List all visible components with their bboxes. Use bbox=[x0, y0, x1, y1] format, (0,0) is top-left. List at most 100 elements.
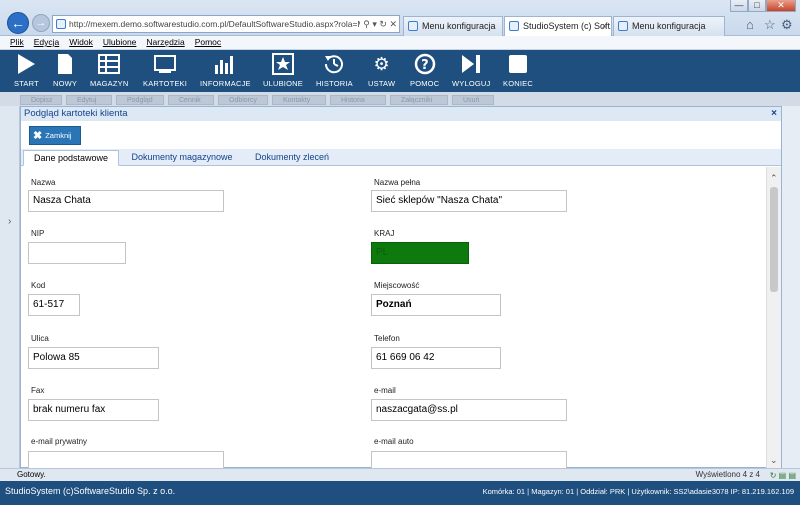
subbar-kontakty: Kontakty bbox=[272, 95, 326, 105]
subbar-odbiorcy: Odbiorcy bbox=[218, 95, 268, 105]
menu-pomoc[interactable]: Pomoc bbox=[195, 36, 221, 49]
nazwa-label: Nazwa bbox=[31, 178, 56, 187]
telefon-label: Telefon bbox=[374, 334, 400, 343]
maximize-button[interactable]: □ bbox=[748, 0, 766, 12]
status-text: Gotowy. bbox=[17, 470, 46, 479]
form-scrollbar[interactable]: ⌃ ⌄ bbox=[766, 167, 781, 469]
toolbar-koniec-button[interactable]: KONIEC bbox=[503, 53, 533, 91]
dialog-close-icon[interactable]: × bbox=[771, 107, 777, 121]
email-auto-label: e-mail auto bbox=[374, 437, 414, 446]
back-arrow-icon[interactable]: ← bbox=[7, 12, 29, 34]
menu-plik[interactable]: Plik bbox=[10, 36, 24, 49]
dialog-tabs: Dane podstawowe Dokumenty magazynowe Dok… bbox=[21, 149, 781, 166]
kraj-label: KRAJ bbox=[374, 229, 395, 238]
browser-tab-1[interactable]: Menu konfiguracja bbox=[403, 16, 503, 36]
nip-label: NIP bbox=[31, 229, 45, 238]
scroll-down-icon[interactable]: ⌄ bbox=[770, 455, 778, 466]
minimize-button[interactable]: — bbox=[730, 0, 748, 12]
history-icon bbox=[323, 53, 345, 75]
email-label: e-mail bbox=[374, 386, 396, 395]
star-icon bbox=[271, 53, 294, 75]
tab-dane-podstawowe[interactable]: Dane podstawowe bbox=[23, 150, 119, 166]
new-document-icon bbox=[54, 53, 76, 75]
subbar-edytuj: Edytuj bbox=[66, 95, 112, 105]
nazwa-pelna-label: Nazwa pełna bbox=[374, 178, 421, 187]
scrollbar-thumb[interactable] bbox=[770, 187, 778, 292]
subbar-cennik: Cennik bbox=[168, 95, 214, 105]
miejscowosc-field[interactable]: Poznań bbox=[371, 294, 501, 316]
browser-tab-3[interactable]: Menu konfiguracja bbox=[613, 16, 725, 36]
bar-chart-icon bbox=[214, 53, 236, 75]
search-refresh-icons[interactable]: ⚲ ▾ ↻ ✕ bbox=[360, 16, 397, 32]
tab-favicon bbox=[618, 21, 628, 31]
kraj-field[interactable]: PL bbox=[371, 242, 469, 264]
app-footer: StudioSystem (c)SoftwareStudio Sp. z o.o… bbox=[0, 481, 800, 505]
record-count: Wyświetlono 4 z 4 bbox=[695, 470, 760, 479]
toolbar-kartoteki-button[interactable]: KARTOTEKI bbox=[143, 53, 187, 91]
telefon-field[interactable]: 61 669 06 42 bbox=[371, 347, 501, 369]
subbar-historia: Historia bbox=[330, 95, 386, 105]
toolbar-pomoc-button[interactable]: ? POMOC bbox=[410, 53, 439, 91]
footer-session-info: Komórka: 01 | Magazyn: 01 | Oddział: PRK… bbox=[482, 487, 794, 496]
gears-icon: ⚙ bbox=[373, 54, 390, 74]
toolbar-magazyn-button[interactable]: MAGAZYN bbox=[90, 53, 129, 91]
scroll-up-icon[interactable]: ⌃ bbox=[770, 173, 778, 184]
ulica-field[interactable]: Polowa 85 bbox=[28, 347, 159, 369]
zamknij-button[interactable]: ✖ Zamknij bbox=[29, 126, 81, 145]
fax-label: Fax bbox=[31, 386, 45, 395]
toolbar-wyloguj-button[interactable]: WYLOGUJ bbox=[452, 53, 491, 91]
address-bar[interactable]: http://mexem.demo.softwarestudio.com.pl/… bbox=[52, 15, 400, 33]
fax-field[interactable]: brak numeru fax bbox=[28, 399, 159, 421]
toolbar-historia-button[interactable]: HISTORIA bbox=[316, 53, 353, 91]
tab-favicon bbox=[408, 21, 418, 31]
browser-tab-label: StudioSystem (c) Soft... bbox=[523, 21, 612, 31]
email-field[interactable]: naszacgata@ss.pl bbox=[371, 399, 567, 421]
help-icon: ? bbox=[414, 53, 436, 75]
svg-text:?: ? bbox=[421, 58, 429, 73]
browser-tab-2[interactable]: StudioSystem (c) Soft... × bbox=[504, 16, 612, 36]
nazwa-pelna-field[interactable]: Sieć sklepów "Nasza Chata" bbox=[371, 190, 567, 212]
menu-ulubione[interactable]: Ulubione bbox=[103, 36, 137, 49]
dialog-title: Podgląd kartoteki klienta bbox=[24, 108, 128, 119]
right-panel-strip bbox=[780, 106, 800, 468]
secondary-toolbar: Dopisz Edytuj Podgląd Cennik Odbiorcy Ko… bbox=[0, 92, 800, 106]
stop-icon bbox=[507, 53, 529, 75]
home-icon[interactable]: ⌂ bbox=[746, 17, 754, 32]
menu-bar: Plik Edycja Widok Ulubione Narzędzia Pom… bbox=[0, 36, 800, 50]
browser-tab-label: Menu konfiguracja bbox=[632, 21, 706, 31]
footer-company: StudioSystem (c)SoftwareStudio Sp. z o.o… bbox=[5, 486, 176, 496]
menu-widok[interactable]: Widok bbox=[69, 36, 93, 49]
email-auto-field[interactable] bbox=[371, 451, 567, 469]
subbar-zalaczniki: Załączniki bbox=[390, 95, 448, 105]
page-icon bbox=[56, 19, 66, 29]
left-panel-strip: › bbox=[0, 106, 20, 468]
chevron-right-icon[interactable]: › bbox=[8, 216, 11, 227]
email-prywatny-field[interactable] bbox=[28, 451, 224, 469]
subbar-dopisz: Dopisz bbox=[20, 95, 62, 105]
client-form: Nazwa Nasza Chata Nazwa pełna Sieć sklep… bbox=[21, 167, 771, 469]
ulica-label: Ulica bbox=[31, 334, 49, 343]
client-card-dialog: Podgląd kartoteki klienta × ✖ Zamknij Da… bbox=[20, 106, 782, 469]
status-bar: Gotowy. Wyświetlono 4 z 4 ↻ ▤ ▤ bbox=[0, 468, 800, 481]
toolbar-ulubione-button[interactable]: ULUBIONE bbox=[263, 53, 303, 91]
window-close-button[interactable]: ✕ bbox=[766, 0, 796, 12]
nip-field[interactable] bbox=[28, 242, 126, 264]
tab-close-icon[interactable]: × bbox=[602, 17, 607, 35]
toolbar-nowy-button[interactable]: NOWY bbox=[53, 53, 77, 91]
favorites-star-icon[interactable]: ☆ bbox=[764, 17, 776, 33]
nazwa-field[interactable]: Nasza Chata bbox=[28, 190, 224, 212]
toolbar-ustaw-button[interactable]: ⚙ USTAW bbox=[368, 53, 395, 91]
tab-dokumenty-zlecen[interactable]: Dokumenty zleceń bbox=[246, 150, 338, 166]
menu-edycja[interactable]: Edycja bbox=[34, 36, 60, 49]
miejscowosc-label: Miejscowość bbox=[374, 281, 420, 290]
kod-field[interactable]: 61-517 bbox=[28, 294, 80, 316]
tab-dokumenty-magazynowe[interactable]: Dokumenty magazynowe bbox=[124, 150, 240, 166]
email-prywatny-label: e-mail prywatny bbox=[31, 437, 88, 446]
settings-gear-icon[interactable]: ⚙ bbox=[781, 17, 793, 33]
browser-chrome: — □ ✕ ← → http://mexem.demo.softwarestud… bbox=[0, 0, 800, 36]
card-file-icon bbox=[154, 53, 177, 75]
toolbar-informacje-button[interactable]: INFORMACJE bbox=[200, 53, 251, 91]
toolbar-start-button[interactable]: START bbox=[14, 53, 39, 91]
forward-arrow-icon[interactable]: → bbox=[32, 14, 50, 32]
menu-narzedzia[interactable]: Narzędzia bbox=[146, 36, 184, 49]
